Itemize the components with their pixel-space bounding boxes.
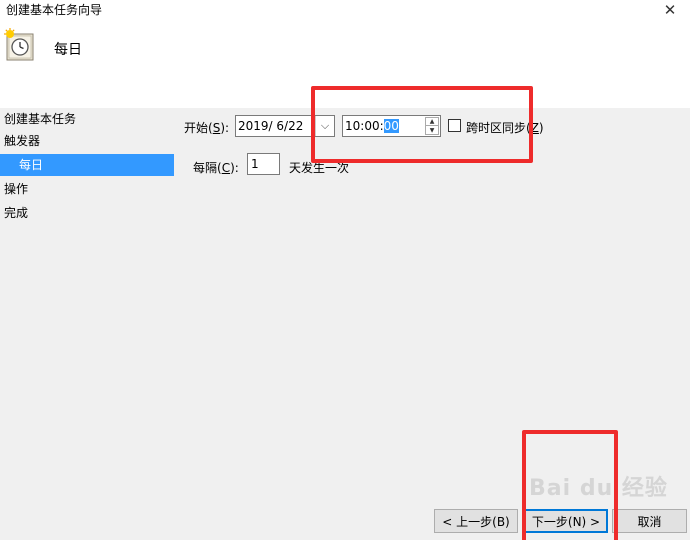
next-button[interactable]: 下一步(N) > xyxy=(524,509,608,533)
start-date-value: 2019/ 6/22 xyxy=(238,119,304,133)
spin-down-icon[interactable]: ▼ xyxy=(426,126,438,134)
title-bar: 创建基本任务向导 ✕ xyxy=(0,0,690,20)
sidebar-item-trigger[interactable]: 触发器 xyxy=(0,130,174,152)
close-icon[interactable]: ✕ xyxy=(650,0,690,20)
interval-unit-label: 天发生一次 xyxy=(289,161,350,175)
start-time-value: 10:00:00 xyxy=(345,119,399,133)
wizard-header: 每日 xyxy=(0,20,690,108)
sync-timezone-checkbox[interactable] xyxy=(448,119,461,132)
interval-input[interactable]: 1 xyxy=(247,153,280,175)
time-seconds-selected: 00 xyxy=(383,119,399,133)
task-clock-icon xyxy=(4,28,34,61)
start-date-picker[interactable]: 2019/ 6/22 ⌵ xyxy=(235,115,335,137)
window-title: 创建基本任务向导 xyxy=(6,3,103,17)
cancel-button[interactable]: 取消 xyxy=(612,509,687,533)
interval-label: 每隔(C): xyxy=(193,161,239,175)
time-spinner[interactable]: ▲ ▼ xyxy=(425,117,439,135)
chevron-down-icon[interactable]: ⌵ xyxy=(315,116,334,136)
start-label: 开始(S): xyxy=(184,121,230,135)
sync-timezone-label: 跨时区同步(Z) xyxy=(466,121,544,135)
bottom-edge xyxy=(0,540,690,544)
start-time-field[interactable]: 10:00:00 ▲ ▼ xyxy=(342,115,441,137)
sidebar-item-daily[interactable]: 每日 xyxy=(0,154,174,176)
wizard-content: 开始(S): 2019/ 6/22 ⌵ 10:00:00 ▲ ▼ 跨时区同步(Z… xyxy=(174,108,690,544)
sidebar-item-action[interactable]: 操作 xyxy=(0,178,174,200)
interval-value: 1 xyxy=(251,157,259,171)
page-title: 每日 xyxy=(54,42,82,58)
wizard-steps-sidebar: 创建基本任务 触发器 每日 操作 完成 xyxy=(0,108,174,544)
back-button[interactable]: < 上一步(B) xyxy=(434,509,518,533)
sidebar-item-finish[interactable]: 完成 xyxy=(0,202,174,224)
spin-up-icon[interactable]: ▲ xyxy=(426,118,438,126)
sidebar-item-create-basic-task[interactable]: 创建基本任务 xyxy=(0,108,174,130)
